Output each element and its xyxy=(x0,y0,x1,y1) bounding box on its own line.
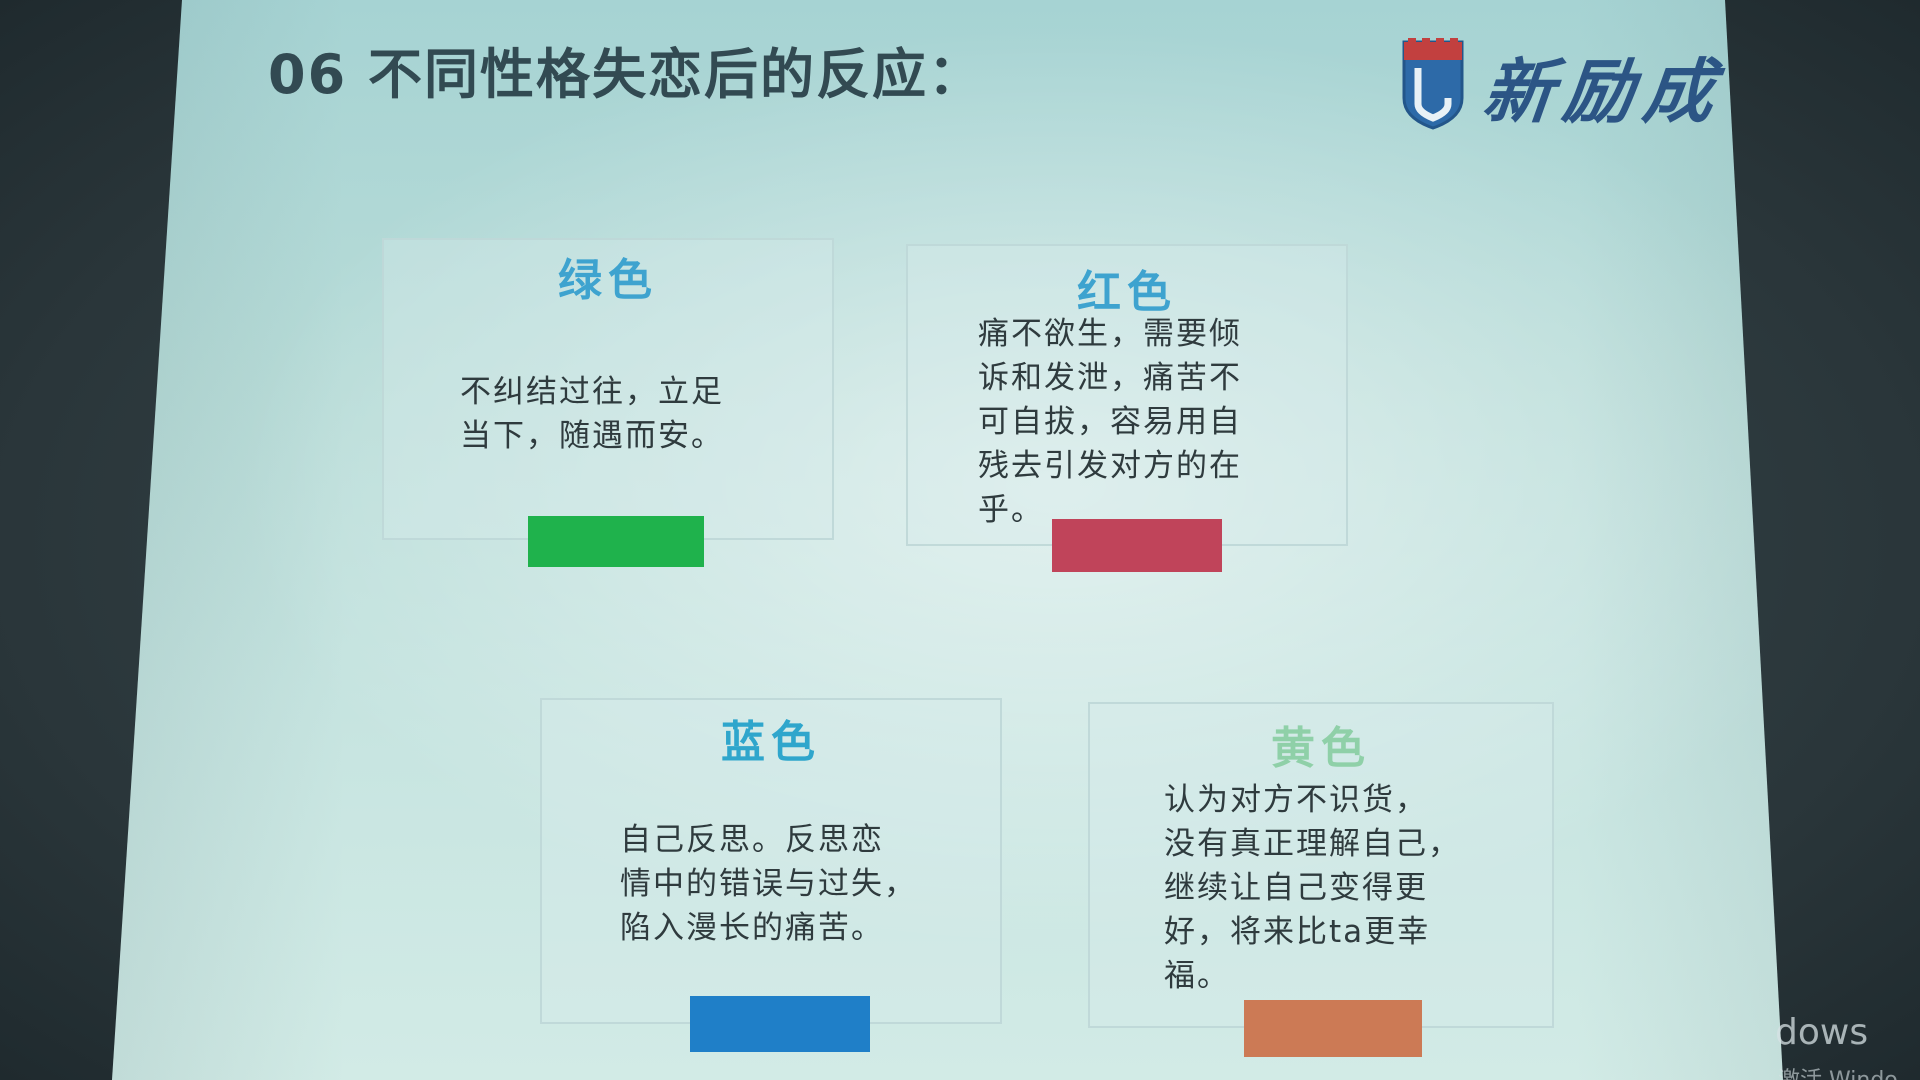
card-yellow: 黄色 认为对方不识货， 没有真正理解自己， 继续让自己变得更 好，将来比ta更幸… xyxy=(1088,702,1554,1028)
swatch-red xyxy=(1052,519,1222,572)
swatch-yellow xyxy=(1244,1000,1422,1057)
photo-scene: 06 不同性格失恋后的反应： 新励成 绿色 不纠结过往，立足 当下，随遇而安。 … xyxy=(0,0,1920,1080)
card-yellow-body: 认为对方不识货， 没有真正理解自己， 继续让自己变得更 好，将来比ta更幸 福。 xyxy=(1164,782,1461,994)
brand-logo: 新励成 xyxy=(1400,36,1728,136)
card-blue: 蓝色 自己反思。反思恋 情中的错误与过失， 陷入漫长的痛苦。 xyxy=(540,698,1002,1024)
slide-title: 06 不同性格失恋后的反应： xyxy=(268,43,984,106)
card-yellow-title: 黄色 xyxy=(1271,723,1371,774)
card-red: 红色 痛不欲生，需要倾 诉和发泄，痛苦不 可自拔，容易用自 残去引发对方的在 乎… xyxy=(906,244,1348,546)
card-blue-body: 自己反思。反思恋 情中的错误与过失， 陷入漫长的痛苦。 xyxy=(620,822,917,946)
shield-icon xyxy=(1402,38,1464,130)
windows-activation-watermark: dows xyxy=(1775,1012,1869,1053)
logo-wordmark: 新励成 xyxy=(1479,50,1728,133)
swatch-green xyxy=(528,516,704,567)
card-red-title: 红色 xyxy=(1077,267,1177,318)
card-green-title: 绿色 xyxy=(558,255,658,306)
card-green-body: 不纠结过往，立足 当下，随遇而安。 xyxy=(460,374,724,454)
card-green: 绿色 不纠结过往，立足 当下，随遇而安。 xyxy=(382,238,834,540)
windows-activation-subtext: 激活 Windo xyxy=(1778,1062,1898,1080)
card-red-body: 痛不欲生，需要倾 诉和发泄，痛苦不 可自拔，容易用自 残去引发对方的在 乎。 xyxy=(978,316,1242,528)
card-blue-title: 蓝色 xyxy=(721,717,821,768)
swatch-blue xyxy=(690,996,870,1052)
